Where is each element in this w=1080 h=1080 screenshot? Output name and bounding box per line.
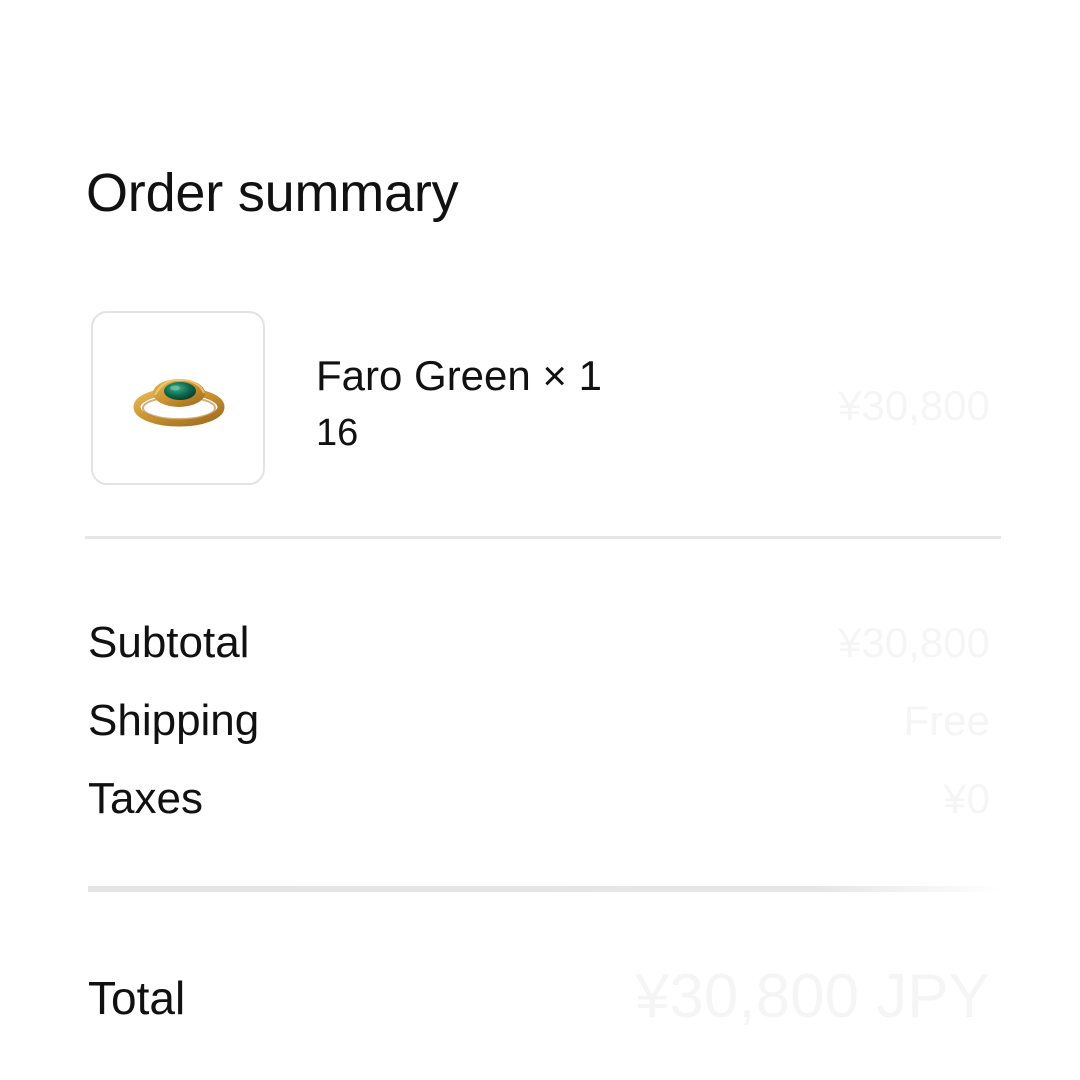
- shipping-label: Shipping: [88, 696, 260, 745]
- total-value: ¥30,800 JPY: [635, 962, 990, 1032]
- ring-icon: [133, 378, 225, 427]
- divider: [85, 536, 1001, 539]
- taxes-label: Taxes: [88, 774, 203, 823]
- taxes-value: ¥0: [943, 772, 990, 826]
- shipping-value: Free: [904, 694, 990, 748]
- product-price: ¥30,800: [838, 380, 990, 432]
- total-label: Total: [88, 972, 186, 1024]
- subtotal-label: Subtotal: [88, 618, 250, 667]
- subtotal-value: ¥30,800: [838, 616, 990, 670]
- product-variant: 16: [316, 412, 359, 454]
- divider: [88, 886, 1000, 892]
- product-name: Faro Green × 1: [316, 352, 602, 399]
- order-summary-title: Order summary: [86, 163, 459, 223]
- product-thumbnail: [91, 311, 265, 485]
